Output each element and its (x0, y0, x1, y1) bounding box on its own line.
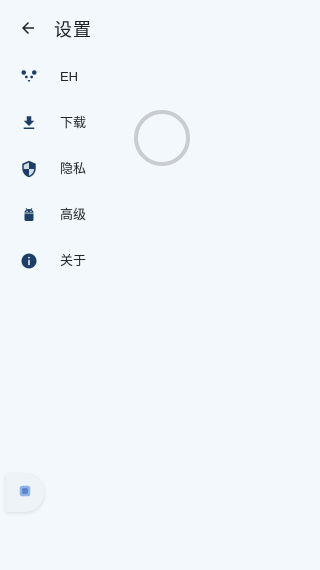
loading-spinner (134, 110, 190, 166)
app-square-icon (18, 484, 32, 503)
menu-item-advanced[interactable]: 高级 (0, 192, 200, 238)
panda-icon (19, 67, 39, 87)
menu-item-label: 下载 (60, 115, 87, 130)
top-bar: 设置 (0, 0, 320, 58)
menu-item-label: EH (60, 69, 79, 84)
shield-icon (19, 159, 39, 179)
page-title: 设置 (54, 20, 92, 40)
menu-item-about[interactable]: 关于 (0, 238, 200, 284)
menu-item-label: 高级 (60, 207, 87, 222)
arrow-left-icon (19, 19, 37, 42)
info-icon (19, 251, 39, 271)
menu-item-label: 关于 (60, 253, 87, 268)
menu-item-eh[interactable]: EH (0, 54, 200, 100)
download-icon (19, 113, 39, 133)
settings-menu: EH 下载 隐私 高级 关于 (0, 54, 320, 284)
menu-item-label: 隐私 (60, 161, 87, 176)
back-button[interactable] (14, 16, 42, 44)
android-icon (19, 205, 39, 225)
side-panel-button[interactable] (6, 474, 44, 512)
